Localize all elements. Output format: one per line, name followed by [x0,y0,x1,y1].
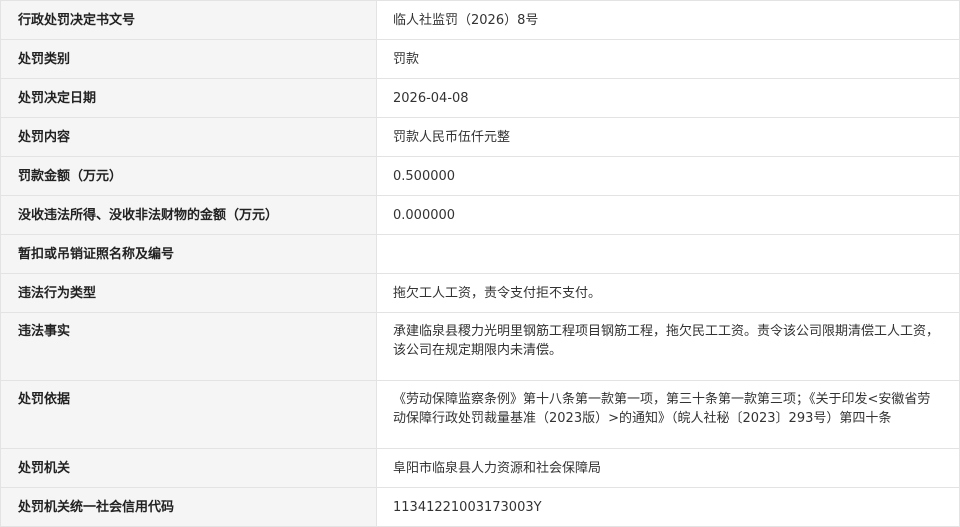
table-row: 处罚类别 罚款 [0,39,960,79]
table-row: 处罚内容 罚款人民币伍仟元整 [0,117,960,157]
table-row: 处罚依据 《劳动保障监察条例》第十八条第一款第一项，第三十条第一款第三项；《关于… [0,380,960,449]
penalty-content-label: 处罚内容 [0,117,377,157]
penalty-authority-label: 处罚机关 [0,448,377,488]
table-row: 处罚机关 阜阳市临泉县人力资源和社会保障局 [0,448,960,488]
decision-number-label: 行政处罚决定书文号 [0,0,377,40]
credit-code-value: 11341221003173003Y [376,487,960,527]
table-row: 暂扣或吊销证照名称及编号 [0,234,960,274]
violation-type-value: 拖欠工人工资，责令支付拒不支付。 [376,273,960,313]
fine-amount-label: 罚款金额（万元） [0,156,377,196]
penalty-authority-value: 阜阳市临泉县人力资源和社会保障局 [376,448,960,488]
fine-amount-value: 0.500000 [376,156,960,196]
license-revocation-value [376,234,960,274]
penalty-info-table: 行政处罚决定书文号 临人社监罚（2026）8号 处罚类别 罚款 处罚决定日期 2… [0,0,960,527]
table-row: 罚款金额（万元） 0.500000 [0,156,960,196]
violation-type-label: 违法行为类型 [0,273,377,313]
decision-date-label: 处罚决定日期 [0,78,377,118]
legal-basis-label: 处罚依据 [0,380,377,449]
table-row: 处罚机关统一社会信用代码 11341221003173003Y [0,487,960,527]
table-row: 没收违法所得、没收非法财物的金额（万元） 0.000000 [0,195,960,235]
decision-number-value: 临人社监罚（2026）8号 [376,0,960,40]
decision-date-value: 2026-04-08 [376,78,960,118]
table-row: 违法事实 承建临泉县稷力光明里钢筋工程项目钢筋工程，拖欠民工工资。责令该公司限期… [0,312,960,381]
penalty-type-label: 处罚类别 [0,39,377,79]
violation-facts-value: 承建临泉县稷力光明里钢筋工程项目钢筋工程，拖欠民工工资。责令该公司限期清偿工人工… [376,312,960,381]
confiscation-amount-label: 没收违法所得、没收非法财物的金额（万元） [0,195,377,235]
table-row: 处罚决定日期 2026-04-08 [0,78,960,118]
license-revocation-label: 暂扣或吊销证照名称及编号 [0,234,377,274]
penalty-type-value: 罚款 [376,39,960,79]
confiscation-amount-value: 0.000000 [376,195,960,235]
table-row: 行政处罚决定书文号 临人社监罚（2026）8号 [0,0,960,40]
legal-basis-value: 《劳动保障监察条例》第十八条第一款第一项，第三十条第一款第三项；《关于印发<安徽… [376,380,960,449]
violation-facts-label: 违法事实 [0,312,377,381]
credit-code-label: 处罚机关统一社会信用代码 [0,487,377,527]
penalty-content-value: 罚款人民币伍仟元整 [376,117,960,157]
table-row: 违法行为类型 拖欠工人工资，责令支付拒不支付。 [0,273,960,313]
